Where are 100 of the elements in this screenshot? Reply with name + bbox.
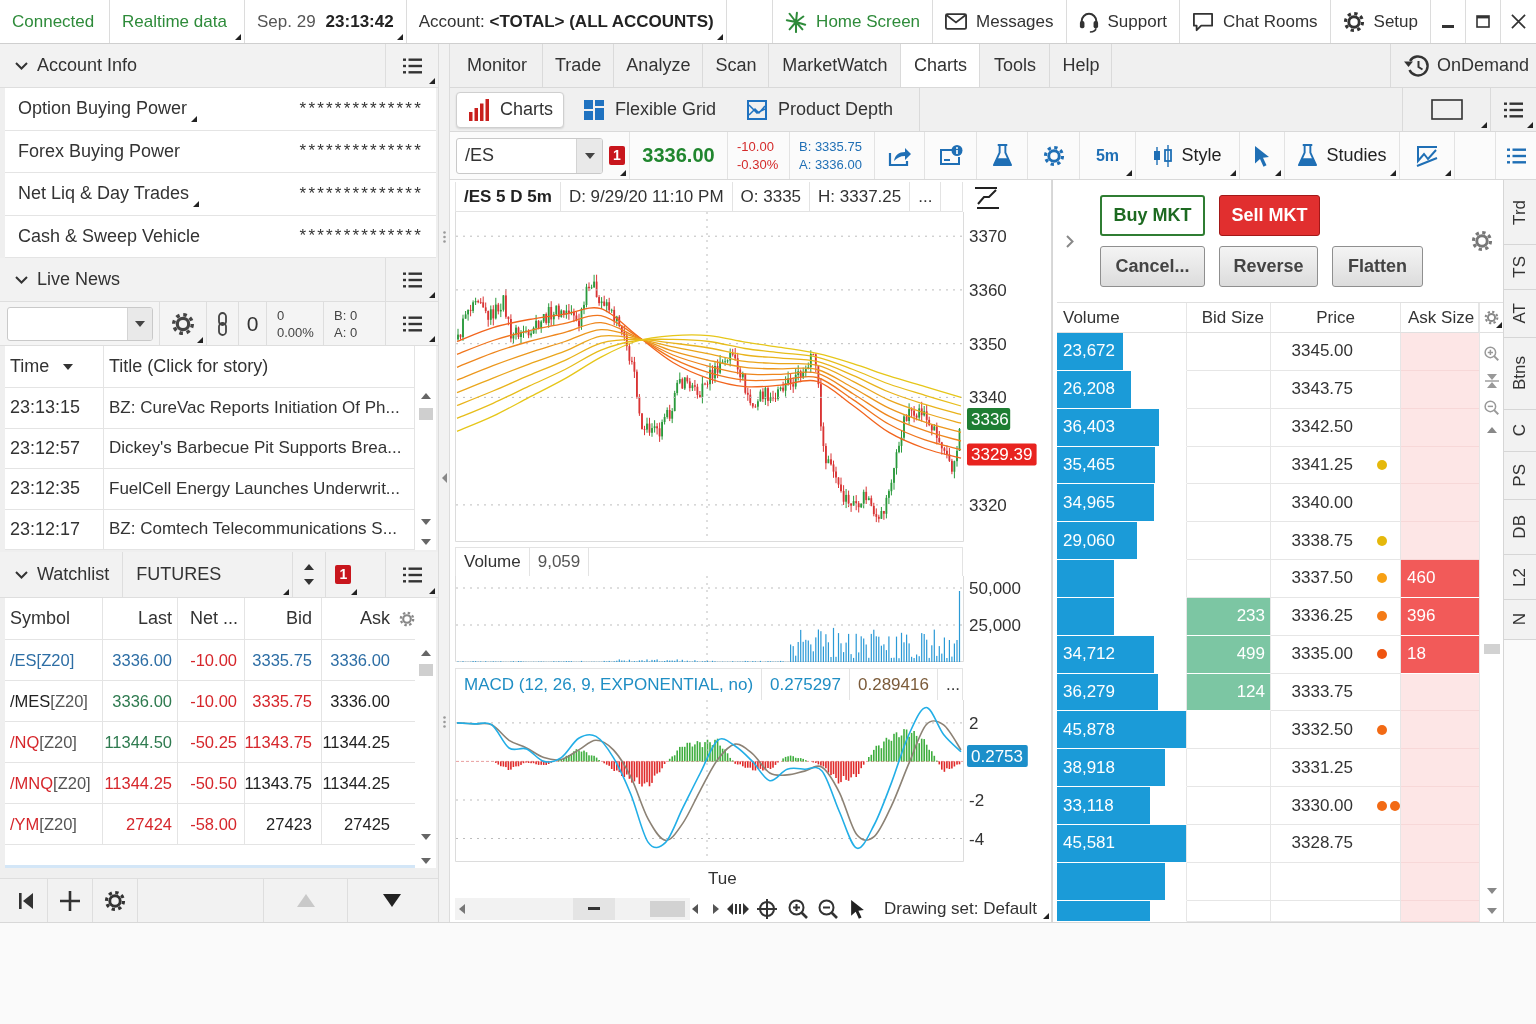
- scroll-up-icon[interactable]: [420, 650, 431, 656]
- studies-button[interactable]: Studies: [1285, 132, 1400, 179]
- menu-tab[interactable]: Tools: [980, 44, 1051, 87]
- column-header[interactable]: Time: [10, 356, 50, 377]
- bid-size-cell[interactable]: [1187, 446, 1271, 485]
- chevron-down-icon[interactable]: [15, 570, 28, 579]
- ask-size-cell[interactable]: [1401, 749, 1479, 788]
- bid-size-cell[interactable]: [1187, 370, 1271, 409]
- side-tab[interactable]: TS: [1504, 245, 1536, 290]
- scroll-left-icon[interactable]: [459, 903, 465, 914]
- ask-size-cell[interactable]: [1401, 862, 1479, 901]
- scroll-up-icon[interactable]: [420, 393, 431, 399]
- price-level[interactable]: 3328.75: [1271, 833, 1353, 854]
- scroll-down-icon[interactable]: [1486, 888, 1497, 894]
- chain-link-icon[interactable]: [216, 311, 229, 336]
- caret-down-icon[interactable]: [584, 152, 595, 159]
- news-headline-cell[interactable]: BZ: CureVac Reports Initiation Of Ph...: [104, 388, 415, 428]
- scroll-down-icon[interactable]: [420, 539, 431, 545]
- symbol-field[interactable]: /ES: [456, 137, 603, 174]
- list-icon[interactable]: [402, 57, 422, 74]
- sub-tab[interactable]: Flexible Grid: [571, 91, 728, 128]
- bid-size-cell[interactable]: [1187, 862, 1271, 901]
- next-icon[interactable]: [713, 903, 719, 914]
- scroll-thumb[interactable]: [1483, 643, 1500, 654]
- scroll-down-icon[interactable]: [1486, 908, 1497, 914]
- side-tab[interactable]: N: [1504, 600, 1536, 640]
- column-header[interactable]: Title (Click for story): [109, 356, 269, 377]
- list-icon[interactable]: [402, 271, 422, 288]
- column-header[interactable]: Bid: [245, 598, 322, 639]
- support-button[interactable]: Support: [1066, 0, 1181, 43]
- buy-button[interactable]: Buy MKT: [1100, 195, 1205, 236]
- triangle-down-icon[interactable]: [383, 894, 401, 907]
- column-header[interactable]: Bid Size: [1187, 303, 1271, 332]
- bid-size-cell[interactable]: [1187, 711, 1271, 750]
- data-feed-menu[interactable]: Realtime data: [110, 0, 245, 43]
- ask-size-cell[interactable]: [1401, 787, 1479, 825]
- scroll-thumb[interactable]: [418, 664, 433, 676]
- ask-size-cell[interactable]: [1401, 370, 1479, 409]
- price-level[interactable]: 3330.00: [1271, 795, 1353, 816]
- bid-size-cell[interactable]: [1187, 900, 1271, 922]
- gear-icon[interactable]: [104, 889, 126, 912]
- price-level[interactable]: 3332.50: [1271, 719, 1353, 740]
- price-level[interactable]: 3343.75: [1271, 379, 1353, 400]
- style-button[interactable]: Style: [1136, 132, 1240, 179]
- column-header[interactable]: Volume: [1057, 303, 1187, 332]
- bid-size-cell[interactable]: [1187, 560, 1271, 598]
- price-level[interactable]: 3337.50: [1271, 568, 1353, 589]
- ondemand-button[interactable]: OnDemand: [1389, 44, 1536, 87]
- caret-down-icon[interactable]: [135, 320, 145, 327]
- side-tab[interactable]: C: [1504, 410, 1536, 452]
- price-level[interactable]: 3345.00: [1271, 341, 1353, 362]
- list-icon[interactable]: [1506, 147, 1526, 164]
- flask-icon[interactable]: [1297, 144, 1319, 167]
- side-tab[interactable]: PS: [1504, 452, 1536, 500]
- sell-button[interactable]: Sell MKT: [1219, 195, 1320, 236]
- news-headline-cell[interactable]: BZ: Comtech Telecommunications S...: [104, 509, 415, 549]
- ask-size-cell[interactable]: [1401, 824, 1479, 863]
- price-level[interactable]: 3340.00: [1271, 492, 1353, 513]
- chevron-down-icon[interactable]: [15, 61, 28, 70]
- order-action-button[interactable]: Cancel...: [1100, 246, 1205, 287]
- news-headline-cell[interactable]: FuelCell Energy Launches Underwrit...: [104, 469, 415, 509]
- account-selector[interactable]: Account: <TOTAL> (ALL ACCOUNTS): [406, 0, 727, 43]
- price-level[interactable]: 3338.75: [1271, 530, 1353, 551]
- ask-size-cell[interactable]: [1401, 408, 1479, 447]
- gear-icon[interactable]: [171, 311, 195, 336]
- menu-tab[interactable]: Scan: [703, 44, 770, 87]
- sub-tab[interactable]: Product Depth: [734, 91, 905, 128]
- column-header[interactable]: Price: [1271, 303, 1401, 332]
- price-level[interactable]: 3342.50: [1271, 417, 1353, 438]
- compress-icon[interactable]: [1484, 373, 1499, 389]
- chat-rooms-button[interactable]: Chat Rooms: [1180, 0, 1331, 43]
- scroll-down-icon[interactable]: [420, 519, 431, 525]
- info-card-icon[interactable]: [938, 145, 963, 166]
- messages-button[interactable]: Messages: [933, 0, 1067, 43]
- scroll-thumb[interactable]: [418, 408, 433, 420]
- sort-caret-icon[interactable]: [63, 363, 74, 370]
- watchlist-selector[interactable]: FUTURES: [122, 551, 293, 598]
- column-header[interactable]: Ask Size: [1401, 303, 1479, 332]
- menu-tab[interactable]: Charts: [901, 44, 981, 87]
- setup-button[interactable]: Setup: [1330, 0, 1431, 43]
- menu-tab[interactable]: Analyze: [614, 44, 704, 87]
- menu-tab[interactable]: Trade: [543, 44, 615, 87]
- bid-size-cell[interactable]: [1187, 787, 1271, 825]
- menu-tab[interactable]: Monitor: [452, 44, 543, 87]
- price-level[interactable]: 3331.25: [1271, 757, 1353, 778]
- flask-icon[interactable]: [991, 144, 1013, 167]
- expand-horizontal-icon[interactable]: [727, 901, 749, 916]
- order-action-button[interactable]: Reverse: [1219, 246, 1318, 287]
- minus-button[interactable]: [573, 897, 615, 920]
- timeframe-button[interactable]: 5m: [1080, 132, 1136, 179]
- study-more[interactable]: ...: [937, 669, 969, 700]
- column-header[interactable]: Symbol: [5, 598, 103, 639]
- price-level[interactable]: 3333.75: [1271, 682, 1353, 702]
- column-header[interactable]: Ask: [322, 598, 395, 639]
- column-header[interactable]: Last: [103, 598, 178, 639]
- plus-icon[interactable]: [60, 890, 80, 911]
- ask-size-cell[interactable]: [1401, 484, 1479, 523]
- ask-size-cell[interactable]: [1401, 522, 1479, 561]
- collapse-caret-icon[interactable]: [441, 473, 447, 483]
- ask-size-cell[interactable]: [1401, 711, 1479, 750]
